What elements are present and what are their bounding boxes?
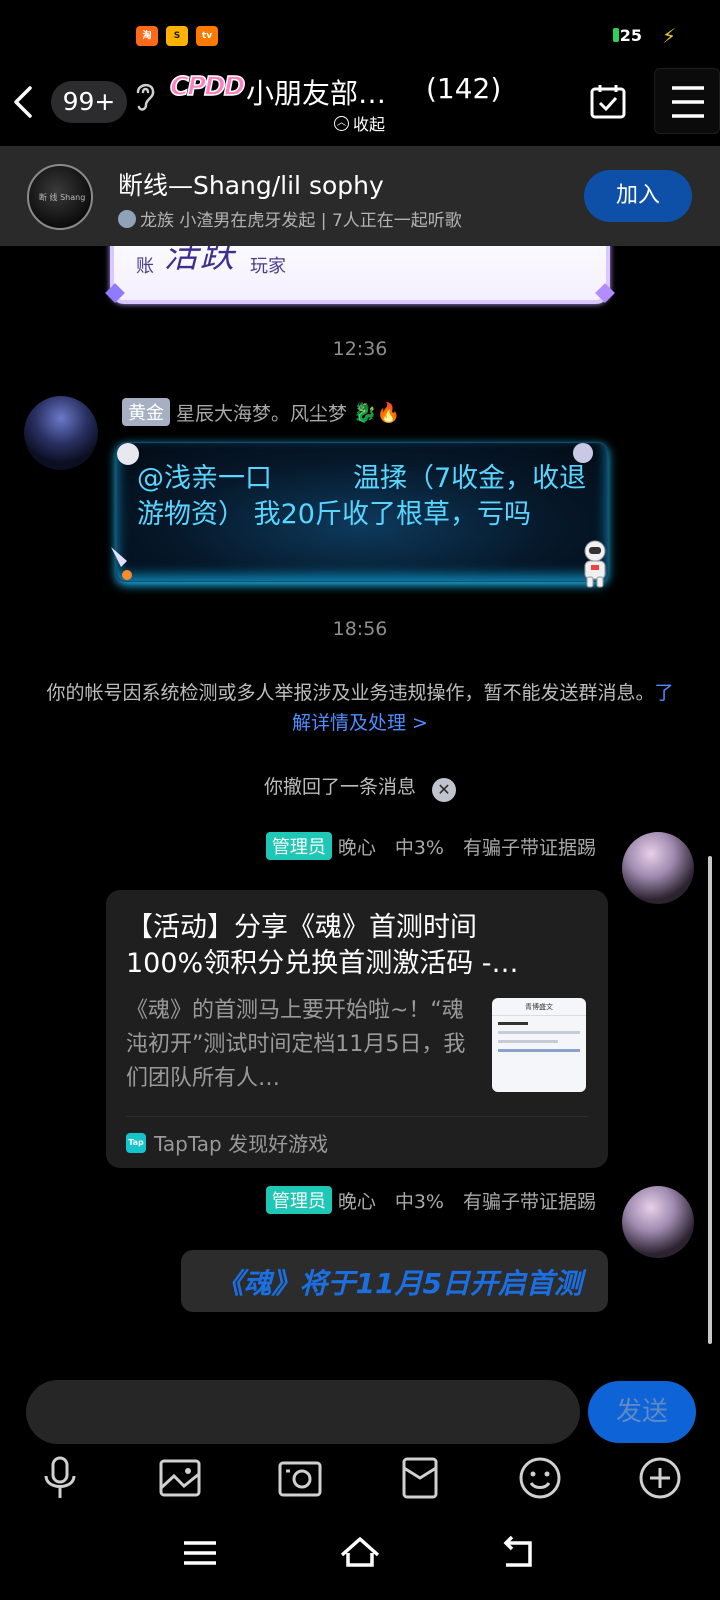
sender-line: 管理员 晚心 中3% 有骗子带证据踢: [265, 1186, 596, 1214]
chat-header: 99+ CPDD 小朋友部… (142) ︿ 收起: [0, 64, 720, 144]
recall-text: 你撤回了一条消息: [263, 776, 416, 798]
link-card[interactable]: 【活动】分享《魂》首测时间 100%领积分兑换首测激活码 -… 《魂》的首测马上…: [106, 890, 608, 1168]
menu-icon: [672, 86, 704, 118]
card-source-text: TapTap 发现好游戏: [154, 1132, 329, 1156]
sender-line: 管理员 晚心 中3% 有骗子带证据踢: [265, 832, 596, 860]
battery-indicator: 25: [612, 26, 642, 45]
system-notice-text: 你的帐号因系统检测或多人举报涉及业务违规操作，暂不能发送群消息。: [46, 682, 655, 704]
sender-name[interactable]: 晚心 中3% 有骗子带证据踢: [338, 1187, 596, 1214]
card-source: Tap TapTap 发现好游戏: [126, 1128, 328, 1157]
microphone-icon[interactable]: [36, 1454, 84, 1502]
message-bubble[interactable]: @浅亲一口 温揉（7收金，收退游物资） 我20斤收了根草，亏吗: [111, 442, 608, 588]
image-icon[interactable]: [156, 1454, 204, 1502]
sender-emoji: 🐉🔥: [353, 401, 401, 424]
rocket-icon: [111, 547, 132, 580]
badge-text-big: 活跃: [164, 246, 236, 276]
active-player-badge: 账 活跃 玩家: [105, 246, 615, 304]
sender-name[interactable]: 星辰大海梦。风尘梦: [176, 399, 347, 426]
status-bar: 淘 S tv 25 ⚡: [0, 0, 720, 64]
group-logo: CPDD: [169, 71, 246, 103]
card-title-line1: 【活动】分享《魂》首测时间: [126, 912, 477, 943]
badge-text-small-left: 账: [136, 256, 154, 277]
planet-icon: [573, 443, 593, 463]
message-input[interactable]: [26, 1380, 580, 1444]
divider: [126, 1116, 588, 1117]
card-title-line2: 100%领积分兑换首测激活码 -…: [126, 948, 519, 979]
gem-icon: [595, 283, 615, 303]
input-toolbar: [0, 1450, 720, 1510]
sender-name[interactable]: 晚心 中3% 有骗子带证据踢: [338, 833, 596, 860]
ear-icon[interactable]: [132, 78, 158, 114]
avatar[interactable]: [622, 1186, 694, 1258]
system-notice: 你的帐号因系统检测或多人举报涉及业务违规操作，暂不能发送群消息。了解详情及处理 …: [40, 678, 680, 738]
recall-notice: 你撤回了一条消息 ✕: [0, 772, 720, 802]
system-navbar: [0, 1525, 720, 1585]
chevron-left-icon: [14, 86, 32, 118]
message-bubble[interactable]: 《魂》将于11月5日开启首测: [181, 1250, 608, 1312]
song-title: 断线—Shang/lil sophy: [118, 171, 384, 200]
host-avatar: [118, 209, 136, 228]
scrollbar[interactable]: [708, 856, 712, 1344]
gem-icon: [105, 283, 125, 303]
timestamp: 12:36: [332, 338, 388, 360]
taptap-logo-icon: Tap: [126, 1132, 146, 1153]
badge-text-small-right: 玩家: [250, 256, 286, 277]
charging-icon: ⚡: [661, 24, 676, 48]
avatar[interactable]: [24, 396, 98, 470]
video-app-icon: tv: [196, 26, 218, 46]
join-button[interactable]: 加入: [584, 170, 692, 222]
message-list[interactable]: 账 活跃 玩家 12:36 黄金 星辰大海梦。风尘梦 🐉🔥 @浅亲一口 温揉（7…: [0, 246, 720, 1380]
back-icon[interactable]: [498, 1531, 542, 1575]
song-avatar: 断 线 Shang: [27, 164, 93, 230]
collapse-label: 收起: [353, 115, 386, 134]
card-description: 《魂》的首测马上要开始啦~！“魂沌初开”测试时间定档11月5日，我们团队所有人…: [126, 998, 466, 1091]
chevron-up-icon: ︿: [334, 115, 349, 131]
admin-tag: 管理员: [265, 832, 332, 860]
home-icon[interactable]: [338, 1531, 382, 1575]
collapse-toggle[interactable]: ︿ 收起: [334, 111, 385, 135]
thumbnail-header: 青博盛文: [492, 998, 586, 1016]
menu-icon[interactable]: [178, 1531, 222, 1575]
member-count: (142): [426, 72, 502, 105]
back-button[interactable]: [6, 80, 42, 124]
song-subtitle: 龙族 小渣男在虎牙发起 | 7人正在一起听歌: [118, 206, 462, 231]
card-thumbnail: 青博盛文: [492, 998, 586, 1092]
sender-line: 黄金 星辰大海梦。风尘梦 🐉🔥: [122, 398, 400, 426]
card-title: 【活动】分享《魂》首测时间 100%领积分兑换首测激活码 -…: [126, 910, 566, 982]
message-text: @浅亲一口 温揉（7收金，收退游物资） 我20斤收了根草，亏吗: [137, 463, 587, 530]
astronaut-icon: [584, 540, 606, 588]
listen-together-banner[interactable]: 断 线 Shang 断线—Shang/lil sophy 龙族 小渣男在虎牙发起…: [0, 146, 720, 246]
unread-count-badge[interactable]: 99+: [51, 81, 127, 123]
planet-icon: [117, 443, 139, 465]
level-tag: 黄金: [122, 398, 170, 426]
taobao-app-icon: 淘: [136, 26, 158, 46]
shop-app-icon: S: [166, 26, 188, 46]
avatar[interactable]: [622, 832, 694, 904]
red-packet-icon[interactable]: [396, 1454, 444, 1502]
camera-icon[interactable]: [276, 1454, 324, 1502]
emoji-icon[interactable]: [516, 1454, 564, 1502]
calendar-check-icon[interactable]: [588, 82, 628, 122]
admin-tag: 管理员: [265, 1186, 332, 1214]
plus-icon[interactable]: [636, 1454, 684, 1502]
send-button[interactable]: 发送: [588, 1381, 696, 1443]
battery-level: 25: [619, 26, 642, 45]
song-avatar-text: 断 线 Shang: [39, 193, 86, 202]
timestamp: 18:56: [332, 618, 388, 640]
battery-icon: [612, 28, 619, 42]
message-text: 《魂》将于11月5日开启首测: [215, 1267, 582, 1300]
song-subtitle-text: 龙族 小渣男在虎牙发起 | 7人正在一起听歌: [140, 211, 462, 231]
close-icon[interactable]: ✕: [432, 778, 456, 802]
group-name[interactable]: 小朋友部…: [246, 72, 386, 112]
menu-button[interactable]: [654, 68, 720, 134]
